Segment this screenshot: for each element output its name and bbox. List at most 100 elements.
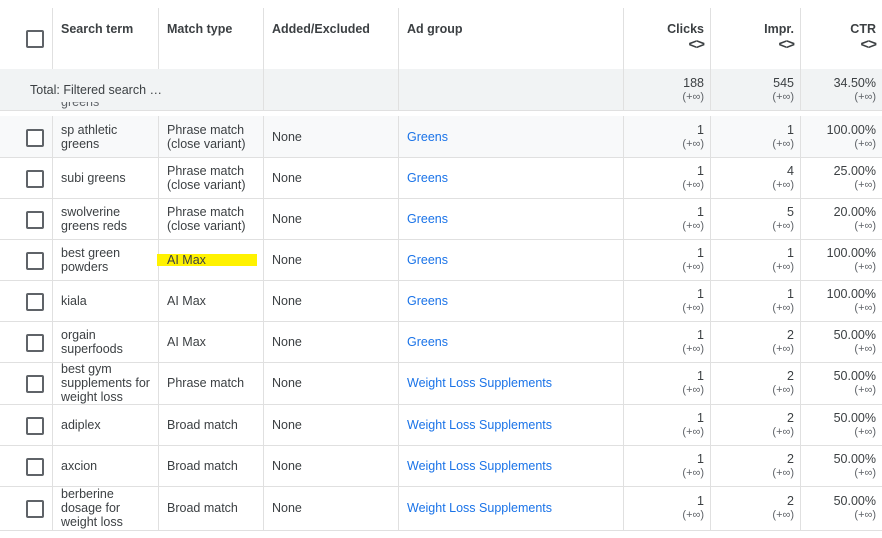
table-row[interactable]: adiplex Broad match None Weight Loss Sup… [0, 404, 882, 446]
ctr-value: 50.00% [833, 369, 876, 383]
search-term-cell: adiplex [53, 404, 159, 445]
row-checkbox-cell [0, 486, 53, 530]
ctr-change: (+∞) [854, 219, 876, 232]
row-checkbox[interactable] [26, 375, 44, 393]
ad-group-link[interactable]: Greens [399, 171, 452, 185]
row-checkbox[interactable] [26, 333, 44, 352]
sort-impr-icon[interactable]: <> [764, 36, 795, 54]
added-excluded: None [272, 501, 302, 515]
impr-cell: 4 (+∞) [711, 157, 801, 198]
match-type-cell: Phrase match (close variant) [159, 198, 264, 239]
clicks-value: 1 [697, 163, 704, 178]
clicks-change: (+∞) [682, 178, 704, 191]
clicks-cell: 1 (+∞) [624, 404, 711, 445]
sort-clicks-icon[interactable]: <> [667, 36, 705, 54]
search-term-cell: swolverine greens reds [53, 198, 159, 239]
table-row[interactable]: sp athletic greens Phrase match (close v… [0, 116, 882, 158]
row-checkbox[interactable] [26, 457, 44, 476]
row-checkbox[interactable] [26, 416, 44, 435]
header-clicks[interactable]: Clicks <> [624, 8, 711, 69]
select-all-checkbox[interactable] [26, 30, 44, 48]
header-search-term[interactable]: Search term [53, 8, 159, 69]
table-row[interactable]: swolverine greens reds Phrase match (clo… [0, 198, 882, 240]
ctr-value: 50.00% [833, 451, 876, 466]
impr-cell: 2 (+∞) [711, 404, 801, 445]
header-ad-group[interactable]: Ad group [399, 8, 624, 69]
table-row[interactable]: best green powders AI Max None Greens 1(… [0, 239, 882, 281]
ctr-value: 100.00% [826, 122, 876, 137]
impr-value: 2 [787, 369, 794, 383]
row-checkbox[interactable] [26, 210, 44, 229]
clicks-cell: 1 (+∞) [624, 280, 711, 321]
row-checkbox[interactable] [26, 500, 44, 518]
header-match-type[interactable]: Match type [159, 8, 264, 69]
impr-change: (+∞) [772, 342, 794, 355]
ad-group-link[interactable]: Greens [399, 294, 452, 308]
impr-value: 2 [787, 327, 794, 342]
impr-cell: 2 (+∞) [711, 321, 801, 362]
clicks-value: 1 [697, 410, 704, 425]
row-checkbox-cell [0, 239, 53, 280]
search-term-cell: kiala [53, 280, 159, 321]
row-checkbox[interactable] [26, 128, 44, 147]
table-row[interactable]: kiala AI Max None Greens 1 (+∞) 1 (+∞) 100… [0, 280, 882, 322]
total-impr-cell: 545 (+∞) [711, 69, 801, 110]
impr-change: (+∞) [772, 260, 794, 273]
table-row[interactable]: best gym supplements for weight loss Phr… [0, 362, 882, 405]
ctr-value: 25.00% [833, 163, 876, 178]
sort-ctr-icon[interactable]: <> [850, 36, 877, 54]
header-ctr[interactable]: CTR <> [801, 8, 882, 69]
match-type-text: Phrase match [167, 376, 245, 390]
table-row[interactable]: orgain superfoods AI Max None Greens 1 (+… [0, 321, 882, 363]
clicks-cell: 1 (+∞) [624, 239, 711, 280]
ctr-cell: 100.00% (+∞) [801, 280, 882, 321]
ctr-change: (+∞) [854, 425, 876, 438]
search-term-cell: subi greens [53, 157, 159, 198]
added-excluded-cell: None [264, 157, 399, 198]
impr-cell: 2 (+∞) [711, 445, 801, 486]
impr-change: (+∞) [772, 137, 794, 150]
ad-group-link[interactable]: Greens [399, 253, 452, 267]
row-checkbox[interactable] [26, 292, 44, 311]
added-excluded: None [272, 129, 302, 144]
total-added-cell [264, 69, 399, 110]
ctr-cell: 50.00% (+∞) [801, 321, 882, 362]
ad-group-link[interactable]: Greens [399, 212, 452, 226]
header-added-excluded-label: Added/Excluded [272, 22, 370, 36]
match-type: Broad match [159, 501, 242, 515]
ctr-value: 50.00% [833, 494, 876, 508]
table-row[interactable]: berberine dosage for weight loss Broad m… [0, 486, 882, 531]
total-adgroup-cell [399, 69, 624, 110]
row-checkbox[interactable] [26, 251, 44, 270]
header-added-excluded[interactable]: Added/Excluded [264, 8, 399, 69]
search-term: axcion [61, 458, 98, 473]
clicks-change: (+∞) [682, 466, 704, 479]
ad-group-link[interactable]: Greens [399, 130, 452, 144]
search-term: berberine dosage for weight loss [61, 487, 123, 529]
match-type-cell: Phrase match (close variant) [159, 116, 264, 157]
clicks-cell: 1 (+∞) [624, 157, 711, 198]
ad-group-link[interactable]: Weight Loss Supplements [399, 418, 556, 432]
row-checkbox-cell [0, 445, 53, 486]
ad-group-link[interactable]: Greens [399, 335, 452, 349]
row-checkbox[interactable] [26, 169, 44, 188]
ctr-cell: 100.00% (+∞) [801, 239, 882, 280]
search-term-cell: sp athletic greens [53, 116, 159, 157]
ad-group-cell: Weight Loss Supplements [399, 362, 624, 404]
match-type-text: AI Max [167, 293, 206, 308]
ad-group-link[interactable]: Weight Loss Supplements [399, 459, 556, 473]
ad-group-link[interactable]: Weight Loss Supplements [399, 501, 556, 515]
impr-cell: 2 (+∞) [711, 362, 801, 404]
header-ctr-label: CTR [850, 22, 876, 36]
total-clicks-change: (+∞) [682, 90, 704, 103]
search-term-cell: best green powders [53, 239, 159, 280]
added-excluded: None [272, 293, 302, 308]
ad-group-link[interactable]: Weight Loss Supplements [399, 376, 556, 390]
header-impr[interactable]: Impr. <> [711, 8, 801, 69]
table-row[interactable]: subi greens Phrase match (close variant)… [0, 157, 882, 199]
added-excluded-cell: None [264, 362, 399, 404]
table-row[interactable]: axcion Broad match None Weight Loss Supp… [0, 445, 882, 487]
ctr-change: (+∞) [854, 178, 876, 191]
impr-change: (+∞) [772, 466, 794, 479]
clicks-value: 1 [697, 204, 704, 219]
